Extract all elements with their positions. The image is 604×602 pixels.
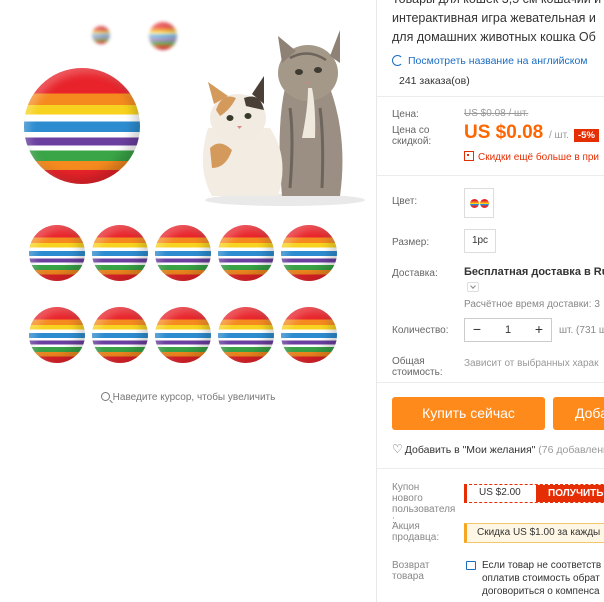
thumbnail-ball bbox=[281, 225, 337, 281]
thumbnail-ball bbox=[29, 307, 85, 363]
wishlist-count: (76 добавлений bbox=[538, 444, 604, 456]
divider bbox=[377, 175, 604, 176]
return-line: Если товар не соответств bbox=[482, 560, 602, 571]
wishlist-text: Добавить в "Мои желания" bbox=[404, 444, 536, 456]
thumbnail-ball bbox=[218, 307, 274, 363]
swatch-ball bbox=[480, 199, 489, 208]
add-to-wishlist-link[interactable]: ♡Добавить в "Мои желания" (76 добавлений bbox=[392, 442, 604, 456]
size-option-button[interactable]: 1pc bbox=[464, 229, 496, 253]
thumbnail-ball bbox=[29, 225, 85, 281]
delivery-estimate: Расчётное время доставки: 3 bbox=[464, 299, 600, 310]
thumbnail-ball bbox=[92, 225, 148, 281]
orders-count: 241 заказа(ов) bbox=[399, 75, 470, 87]
discount-badge: -5% bbox=[574, 129, 599, 142]
title-line: интерактивная игра жевательная и bbox=[392, 11, 596, 25]
product-title: Товары для кошек 3,5 см кошачий и интера… bbox=[392, 0, 604, 47]
return-line: договориться о компенса bbox=[482, 586, 600, 597]
total-label: Общая стоимость: bbox=[392, 356, 443, 378]
title-line: для домашних животных кошка Об bbox=[392, 30, 596, 44]
kittens-image bbox=[202, 30, 365, 206]
product-info-panel: Товары для кошек 3,5 см кошачий и интера… bbox=[377, 0, 604, 602]
new-user-coupon-label: Купон нового пользователя : bbox=[392, 482, 456, 526]
quantity-input[interactable]: 1 bbox=[489, 319, 527, 341]
translate-icon bbox=[392, 55, 403, 66]
get-coupon-button[interactable]: ПОЛУЧИТЬ bbox=[536, 485, 604, 502]
zoom-hint-text: Наведите курсор, чтобы увеличить bbox=[112, 392, 276, 403]
price-unit: / шт. bbox=[549, 130, 569, 141]
return-policy-text: Если товар не соответств оплатив стоимос… bbox=[482, 559, 601, 598]
magnifier-icon bbox=[100, 392, 110, 401]
thumbnail-ball bbox=[218, 225, 274, 281]
quantity-stepper: − 1 + bbox=[464, 318, 552, 342]
product-image-gallery[interactable]: Наведите курсор, чтобы увеличить bbox=[0, 0, 376, 602]
more-discounts-text: Скидки ещё больше в при bbox=[478, 152, 600, 163]
discount-price-label: Цена со скидкой: bbox=[392, 125, 432, 147]
small-ball-image bbox=[149, 22, 177, 50]
quantity-decrease-button[interactable]: − bbox=[465, 319, 489, 341]
return-line: оплатив стоимость обрат bbox=[482, 573, 600, 584]
buy-now-button[interactable]: Купить сейчас bbox=[392, 397, 545, 430]
returns-label: Возврат товара bbox=[392, 560, 430, 582]
shipping-method: Бесплатная доставка в Rus bbox=[464, 266, 604, 278]
thumbnail-ball bbox=[281, 307, 337, 363]
divider bbox=[377, 96, 604, 97]
size-label: Размер: bbox=[392, 237, 430, 248]
translate-link-text: Посмотреть название на английском bbox=[408, 55, 588, 67]
divider bbox=[377, 468, 604, 469]
main-product-image[interactable] bbox=[0, 0, 376, 215]
shipping-dropdown-toggle[interactable] bbox=[467, 282, 479, 292]
large-ball-image bbox=[24, 68, 140, 184]
seller-promo[interactable]: Скидка US $1.00 за кажды bbox=[464, 523, 604, 543]
thumbnail-ball bbox=[92, 307, 148, 363]
qr-code-icon bbox=[464, 151, 474, 161]
small-ball-image bbox=[92, 26, 110, 44]
new-user-coupon: US $2.00 ПОЛУЧИТЬ bbox=[464, 484, 604, 503]
more-discounts-link[interactable]: Скидки ещё больше в при bbox=[464, 151, 599, 163]
total-value: Зависит от выбранных харак bbox=[464, 358, 599, 369]
thumbnail-ball bbox=[155, 307, 211, 363]
shipping-label: Доставка: bbox=[392, 268, 438, 279]
add-to-cart-button[interactable]: Доба bbox=[553, 397, 604, 430]
color-label: Цвет: bbox=[392, 196, 418, 207]
thumbnail-ball bbox=[155, 225, 211, 281]
return-policy-icon bbox=[466, 561, 476, 570]
zoom-hint: Наведите курсор, чтобы увеличить bbox=[0, 392, 376, 403]
swatch-ball bbox=[470, 199, 479, 208]
price-label: Цена: bbox=[392, 109, 419, 120]
title-line: Товары для кошек 3,5 см кошачий и bbox=[392, 0, 604, 9]
stock-count: шт. (731 ш bbox=[559, 325, 604, 336]
translate-title-link[interactable]: Посмотреть название на английском bbox=[392, 55, 588, 67]
quantity-increase-button[interactable]: + bbox=[527, 319, 551, 341]
seller-promo-label: Акция продавца: bbox=[392, 521, 440, 543]
old-price: US $0.08 / шт. bbox=[464, 108, 529, 119]
color-option-swatch[interactable] bbox=[464, 188, 494, 218]
divider bbox=[377, 382, 604, 383]
coupon-amount: US $2.00 bbox=[479, 487, 521, 498]
heart-plus-icon: ♡ bbox=[392, 442, 403, 456]
quantity-label: Количество: bbox=[392, 325, 449, 336]
current-price: US $0.08 bbox=[464, 122, 544, 143]
